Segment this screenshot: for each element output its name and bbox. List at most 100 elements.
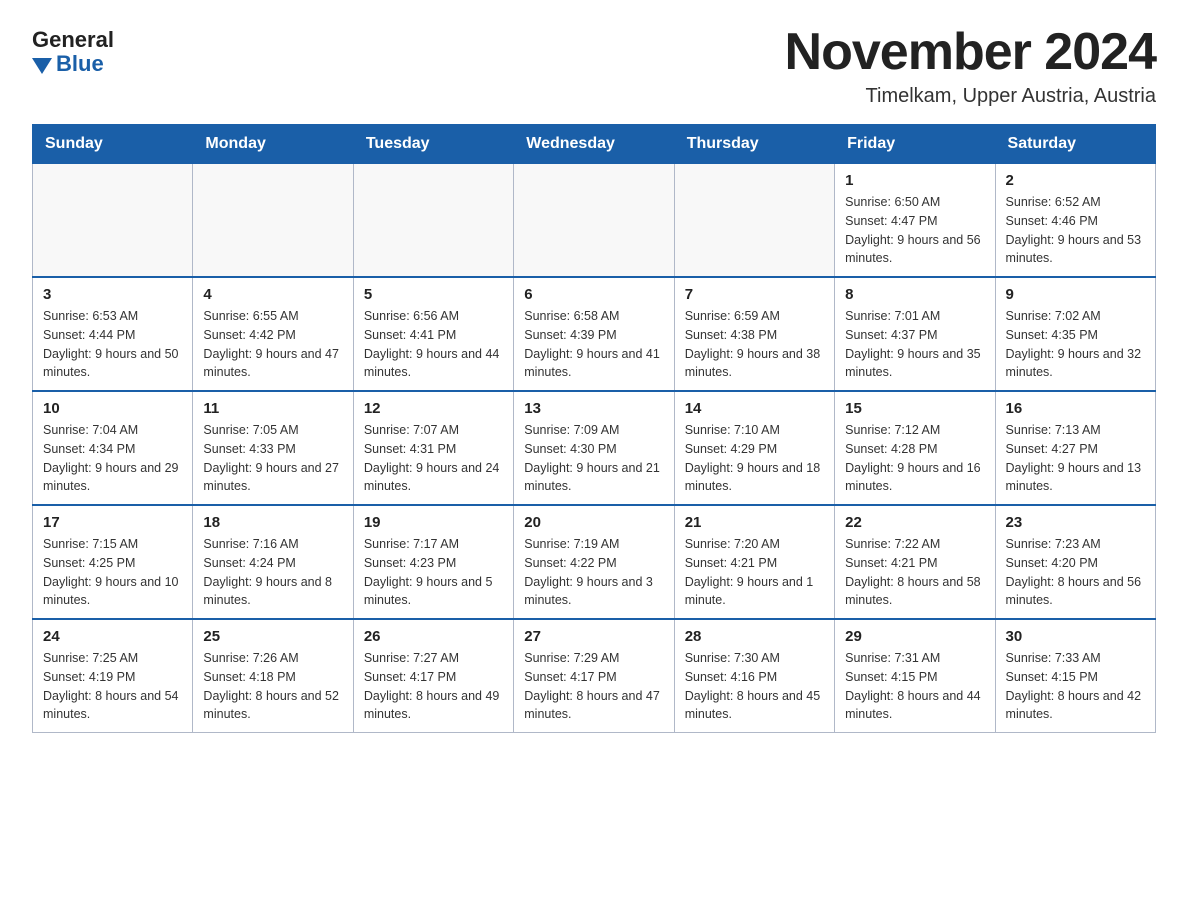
month-title: November 2024	[785, 24, 1156, 81]
calendar-cell: 16 Sunrise: 7:13 AM Sunset: 4:27 PM Dayli…	[995, 391, 1155, 505]
page-header: General Blue November 2024 Timelkam, Upp…	[32, 24, 1156, 108]
calendar-cell: 7 Sunrise: 6:59 AM Sunset: 4:38 PM Daylig…	[674, 277, 834, 391]
weekday-header-friday: Friday	[835, 125, 995, 164]
day-info: Sunrise: 7:15 AM Sunset: 4:25 PM Dayligh…	[43, 535, 182, 610]
calendar-cell: 17 Sunrise: 7:15 AM Sunset: 4:25 PM Dayli…	[33, 505, 193, 619]
calendar-cell: 4 Sunrise: 6:55 AM Sunset: 4:42 PM Daylig…	[193, 277, 353, 391]
weekday-header-sunday: Sunday	[33, 125, 193, 164]
day-number: 12	[364, 400, 503, 417]
day-info: Sunrise: 7:23 AM Sunset: 4:20 PM Dayligh…	[1006, 535, 1145, 610]
day-number: 4	[203, 286, 342, 303]
day-info: Sunrise: 7:19 AM Sunset: 4:22 PM Dayligh…	[524, 535, 663, 610]
calendar-cell: 21 Sunrise: 7:20 AM Sunset: 4:21 PM Dayli…	[674, 505, 834, 619]
calendar-cell: 13 Sunrise: 7:09 AM Sunset: 4:30 PM Dayli…	[514, 391, 674, 505]
day-number: 5	[364, 286, 503, 303]
day-info: Sunrise: 7:16 AM Sunset: 4:24 PM Dayligh…	[203, 535, 342, 610]
day-number: 26	[364, 628, 503, 645]
weekday-header-monday: Monday	[193, 125, 353, 164]
location-subtitle: Timelkam, Upper Austria, Austria	[785, 85, 1156, 108]
day-number: 6	[524, 286, 663, 303]
calendar-cell: 30 Sunrise: 7:33 AM Sunset: 4:15 PM Dayli…	[995, 619, 1155, 733]
day-number: 7	[685, 286, 824, 303]
logo-triangle-icon	[32, 58, 52, 74]
day-number: 29	[845, 628, 984, 645]
calendar-cell: 14 Sunrise: 7:10 AM Sunset: 4:29 PM Dayli…	[674, 391, 834, 505]
day-number: 3	[43, 286, 182, 303]
calendar-cell: 10 Sunrise: 7:04 AM Sunset: 4:34 PM Dayli…	[33, 391, 193, 505]
calendar-cell: 15Sunrise: 7:12 AM Sunset: 4:28 PM Dayli…	[835, 391, 995, 505]
day-number: 22	[845, 514, 984, 531]
calendar-cell: 1Sunrise: 6:50 AM Sunset: 4:47 PM Daylig…	[835, 164, 995, 278]
calendar-cell: 6 Sunrise: 6:58 AM Sunset: 4:39 PM Daylig…	[514, 277, 674, 391]
day-number: 9	[1006, 286, 1145, 303]
day-info: Sunrise: 6:58 AM Sunset: 4:39 PM Dayligh…	[524, 307, 663, 382]
day-number: 24	[43, 628, 182, 645]
calendar-cell: 19 Sunrise: 7:17 AM Sunset: 4:23 PM Dayli…	[353, 505, 513, 619]
day-info: Sunrise: 7:12 AM Sunset: 4:28 PM Dayligh…	[845, 421, 984, 496]
day-number: 13	[524, 400, 663, 417]
logo: General Blue	[32, 28, 114, 76]
calendar-cell	[193, 164, 353, 278]
calendar-cell: 29 Sunrise: 7:31 AM Sunset: 4:15 PM Dayli…	[835, 619, 995, 733]
day-info: Sunrise: 6:59 AM Sunset: 4:38 PM Dayligh…	[685, 307, 824, 382]
day-info: Sunrise: 7:20 AM Sunset: 4:21 PM Dayligh…	[685, 535, 824, 610]
day-info: Sunrise: 7:13 AM Sunset: 4:27 PM Dayligh…	[1006, 421, 1145, 496]
day-info: Sunrise: 7:31 AM Sunset: 4:15 PM Dayligh…	[845, 649, 984, 724]
day-info: Sunrise: 7:29 AM Sunset: 4:17 PM Dayligh…	[524, 649, 663, 724]
day-number: 2	[1006, 172, 1145, 189]
calendar-cell: 25Sunrise: 7:26 AM Sunset: 4:18 PM Dayli…	[193, 619, 353, 733]
day-info: Sunrise: 7:09 AM Sunset: 4:30 PM Dayligh…	[524, 421, 663, 496]
calendar-cell: 12 Sunrise: 7:07 AM Sunset: 4:31 PM Dayli…	[353, 391, 513, 505]
day-info: Sunrise: 6:50 AM Sunset: 4:47 PM Dayligh…	[845, 193, 984, 268]
day-number: 28	[685, 628, 824, 645]
calendar-cell	[353, 164, 513, 278]
day-number: 17	[43, 514, 182, 531]
logo-blue-row: Blue	[32, 52, 104, 76]
day-info: Sunrise: 7:17 AM Sunset: 4:23 PM Dayligh…	[364, 535, 503, 610]
weekday-header-thursday: Thursday	[674, 125, 834, 164]
day-info: Sunrise: 6:52 AM Sunset: 4:46 PM Dayligh…	[1006, 193, 1145, 268]
calendar-cell: 22 Sunrise: 7:22 AM Sunset: 4:21 PM Dayli…	[835, 505, 995, 619]
calendar-table: SundayMondayTuesdayWednesdayThursdayFrid…	[32, 124, 1156, 733]
week-row-1: 1Sunrise: 6:50 AM Sunset: 4:47 PM Daylig…	[33, 164, 1156, 278]
calendar-cell: 2 Sunrise: 6:52 AM Sunset: 4:46 PM Daylig…	[995, 164, 1155, 278]
day-info: Sunrise: 6:55 AM Sunset: 4:42 PM Dayligh…	[203, 307, 342, 382]
day-number: 14	[685, 400, 824, 417]
day-info: Sunrise: 7:07 AM Sunset: 4:31 PM Dayligh…	[364, 421, 503, 496]
day-info: Sunrise: 7:10 AM Sunset: 4:29 PM Dayligh…	[685, 421, 824, 496]
calendar-cell: 5Sunrise: 6:56 AM Sunset: 4:41 PM Daylig…	[353, 277, 513, 391]
week-row-4: 17 Sunrise: 7:15 AM Sunset: 4:25 PM Dayli…	[33, 505, 1156, 619]
day-number: 25	[203, 628, 342, 645]
day-number: 16	[1006, 400, 1145, 417]
day-number: 23	[1006, 514, 1145, 531]
day-number: 10	[43, 400, 182, 417]
calendar-cell: 26Sunrise: 7:27 AM Sunset: 4:17 PM Dayli…	[353, 619, 513, 733]
day-number: 21	[685, 514, 824, 531]
calendar-cell	[674, 164, 834, 278]
calendar-cell	[514, 164, 674, 278]
day-number: 8	[845, 286, 984, 303]
day-number: 19	[364, 514, 503, 531]
calendar-cell: 9 Sunrise: 7:02 AM Sunset: 4:35 PM Daylig…	[995, 277, 1155, 391]
calendar-cell: 23 Sunrise: 7:23 AM Sunset: 4:20 PM Dayli…	[995, 505, 1155, 619]
day-info: Sunrise: 7:22 AM Sunset: 4:21 PM Dayligh…	[845, 535, 984, 610]
calendar-cell: 27 Sunrise: 7:29 AM Sunset: 4:17 PM Dayli…	[514, 619, 674, 733]
day-number: 18	[203, 514, 342, 531]
day-number: 30	[1006, 628, 1145, 645]
calendar-cell: 11 Sunrise: 7:05 AM Sunset: 4:33 PM Dayli…	[193, 391, 353, 505]
calendar-cell	[33, 164, 193, 278]
calendar-cell: 20 Sunrise: 7:19 AM Sunset: 4:22 PM Dayli…	[514, 505, 674, 619]
day-number: 11	[203, 400, 342, 417]
week-row-3: 10 Sunrise: 7:04 AM Sunset: 4:34 PM Dayli…	[33, 391, 1156, 505]
day-number: 20	[524, 514, 663, 531]
day-info: Sunrise: 7:01 AM Sunset: 4:37 PM Dayligh…	[845, 307, 984, 382]
weekday-header-wednesday: Wednesday	[514, 125, 674, 164]
day-info: Sunrise: 7:30 AM Sunset: 4:16 PM Dayligh…	[685, 649, 824, 724]
day-info: Sunrise: 7:02 AM Sunset: 4:35 PM Dayligh…	[1006, 307, 1145, 382]
day-info: Sunrise: 7:05 AM Sunset: 4:33 PM Dayligh…	[203, 421, 342, 496]
day-info: Sunrise: 7:33 AM Sunset: 4:15 PM Dayligh…	[1006, 649, 1145, 724]
calendar-cell: 18 Sunrise: 7:16 AM Sunset: 4:24 PM Dayli…	[193, 505, 353, 619]
calendar-cell: 24Sunrise: 7:25 AM Sunset: 4:19 PM Dayli…	[33, 619, 193, 733]
day-number: 27	[524, 628, 663, 645]
day-info: Sunrise: 7:04 AM Sunset: 4:34 PM Dayligh…	[43, 421, 182, 496]
